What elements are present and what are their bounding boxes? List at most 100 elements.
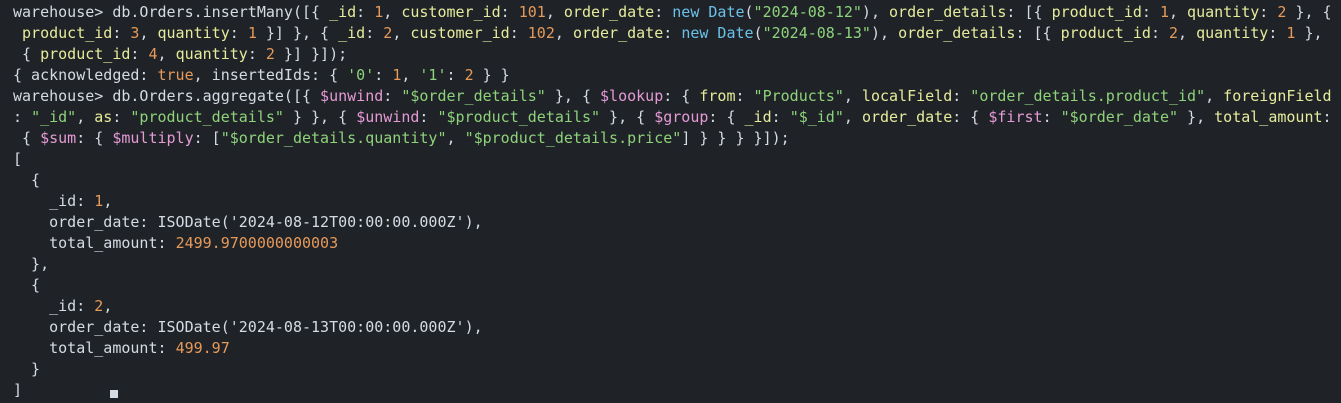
token-string: "2024-08-13" bbox=[762, 24, 871, 42]
terminal-line: order_date: ISODate('2024-08-13T00:00:00… bbox=[0, 317, 1341, 338]
terminal-line: total_amount: 499.97 bbox=[0, 338, 1341, 359]
terminal-line: { product_id: 4, quantity: 2 }] }]); bbox=[0, 44, 1341, 65]
token-string: "_id" bbox=[31, 108, 77, 126]
token-operator: $first bbox=[988, 108, 1043, 126]
token-number: 102 bbox=[527, 24, 555, 42]
token-default: }, bbox=[13, 255, 50, 273]
token-string: "$_id" bbox=[789, 108, 844, 126]
token-default: : { bbox=[663, 87, 700, 105]
token-default: warehouse> db.Orders.insertMany([{ bbox=[13, 3, 330, 21]
token-default: : bbox=[112, 24, 131, 42]
token-default: : bbox=[374, 66, 393, 84]
terminal-line: { bbox=[0, 275, 1341, 296]
token-key: total_amount bbox=[1214, 108, 1323, 126]
token-default: ( bbox=[753, 24, 763, 42]
token-default: : [ bbox=[193, 129, 221, 147]
token-key: _id bbox=[744, 108, 772, 126]
token-number: 2 bbox=[265, 45, 275, 63]
token-string: "2024-08-12" bbox=[753, 3, 862, 21]
token-default: } bbox=[13, 360, 41, 378]
token-operator: $group bbox=[654, 108, 709, 126]
token-default: : bbox=[247, 45, 266, 63]
token-default: : bbox=[383, 87, 402, 105]
token-string: "$product_details.price" bbox=[464, 129, 682, 147]
terminal-window[interactable]: warehouse> db.Orders.insertMany([{ _id: … bbox=[0, 0, 1341, 403]
token-string: "order_details.product_id" bbox=[970, 87, 1206, 105]
token-default: : bbox=[13, 108, 32, 126]
token-default: : { bbox=[708, 108, 745, 126]
token-string: "$product_details" bbox=[437, 108, 601, 126]
token-default: , bbox=[843, 108, 862, 126]
token-keyword: new Date bbox=[672, 3, 745, 21]
token-default: [ bbox=[13, 150, 23, 168]
token-default: } } bbox=[473, 66, 510, 84]
token-key: product_id bbox=[40, 45, 131, 63]
token-default: : bbox=[1322, 108, 1332, 126]
token-number: 1 bbox=[1159, 3, 1169, 21]
token-operator: $lookup bbox=[600, 87, 664, 105]
token-number: 101 bbox=[518, 3, 546, 21]
token-key: as bbox=[94, 108, 113, 126]
token-default: { bbox=[13, 129, 41, 147]
token-string: '1' bbox=[419, 66, 447, 84]
token-default: , bbox=[157, 45, 176, 63]
token-key: _id bbox=[329, 3, 357, 21]
token-default: : [{ bbox=[1006, 3, 1052, 21]
text-cursor bbox=[110, 390, 119, 398]
token-default: , bbox=[1168, 3, 1188, 21]
token-key: quantity bbox=[157, 24, 230, 42]
token-default: : bbox=[130, 45, 149, 63]
token-number: 2499.9700000000003 bbox=[175, 234, 339, 252]
token-default: { bbox=[13, 276, 41, 294]
token-key: foreignField bbox=[1223, 87, 1332, 105]
terminal-line: _id: 1, bbox=[0, 191, 1341, 212]
token-default: _id: bbox=[13, 192, 95, 210]
token-number: 2 bbox=[383, 24, 393, 42]
token-number: 499.97 bbox=[175, 339, 230, 357]
token-default: }] }, { bbox=[256, 24, 339, 42]
token-default: }, bbox=[1178, 108, 1215, 126]
terminal-line: { $sum: { $multiply: ["$order_details.qu… bbox=[0, 128, 1341, 149]
token-default: , bbox=[139, 24, 158, 42]
token-default: : bbox=[735, 87, 754, 105]
token-key: quantity bbox=[1196, 24, 1269, 42]
token-default: : bbox=[1259, 3, 1278, 21]
token-default: : bbox=[1150, 24, 1169, 42]
token-default: , bbox=[103, 192, 113, 210]
token-default: ), bbox=[870, 24, 899, 42]
token-operator: $sum bbox=[40, 129, 77, 147]
token-default bbox=[13, 24, 22, 42]
token-default: : bbox=[1141, 3, 1160, 21]
token-default: '2024-08-13T00:00:00.000Z' bbox=[229, 318, 465, 336]
token-default: order_date: ISODate( bbox=[13, 213, 230, 231]
token-key: order_details bbox=[889, 3, 1007, 21]
token-default: }] }]); bbox=[274, 45, 348, 63]
token-default: , bbox=[1178, 24, 1197, 42]
token-default: : bbox=[419, 108, 438, 126]
token-default: : bbox=[500, 3, 519, 21]
token-key: product_id bbox=[1060, 24, 1151, 42]
terminal-line: product_id: 3, quantity: 1 }] }, { _id: … bbox=[0, 23, 1341, 44]
token-default: : bbox=[112, 108, 131, 126]
token-default: { acknowledged: bbox=[13, 66, 158, 84]
terminal-line: ] bbox=[0, 380, 1341, 401]
token-default: ), bbox=[464, 318, 483, 336]
token-default: , insertedIds: { bbox=[193, 66, 348, 84]
token-default: total_amount: bbox=[13, 234, 176, 252]
token-number: 1 bbox=[247, 24, 257, 42]
token-number: 1 bbox=[94, 192, 104, 210]
token-number: 4 bbox=[148, 45, 158, 63]
token-operator: $multiply bbox=[112, 129, 194, 147]
token-string: "Products" bbox=[753, 87, 844, 105]
token-operator: $unwind bbox=[356, 108, 420, 126]
token-default: { bbox=[13, 45, 41, 63]
token-string: "$order_details" bbox=[401, 87, 546, 105]
terminal-line: order_date: ISODate('2024-08-12T00:00:00… bbox=[0, 212, 1341, 233]
token-default: , bbox=[1205, 87, 1224, 105]
terminal-line: warehouse> db.Orders.aggregate([{ $unwin… bbox=[0, 86, 1341, 107]
terminal-line: : "_id", as: "product_details" } }, { $u… bbox=[0, 107, 1341, 128]
token-default: , bbox=[545, 3, 564, 21]
token-default: , bbox=[401, 66, 420, 84]
token-key: _id bbox=[338, 24, 366, 42]
token-default: : bbox=[229, 24, 248, 42]
